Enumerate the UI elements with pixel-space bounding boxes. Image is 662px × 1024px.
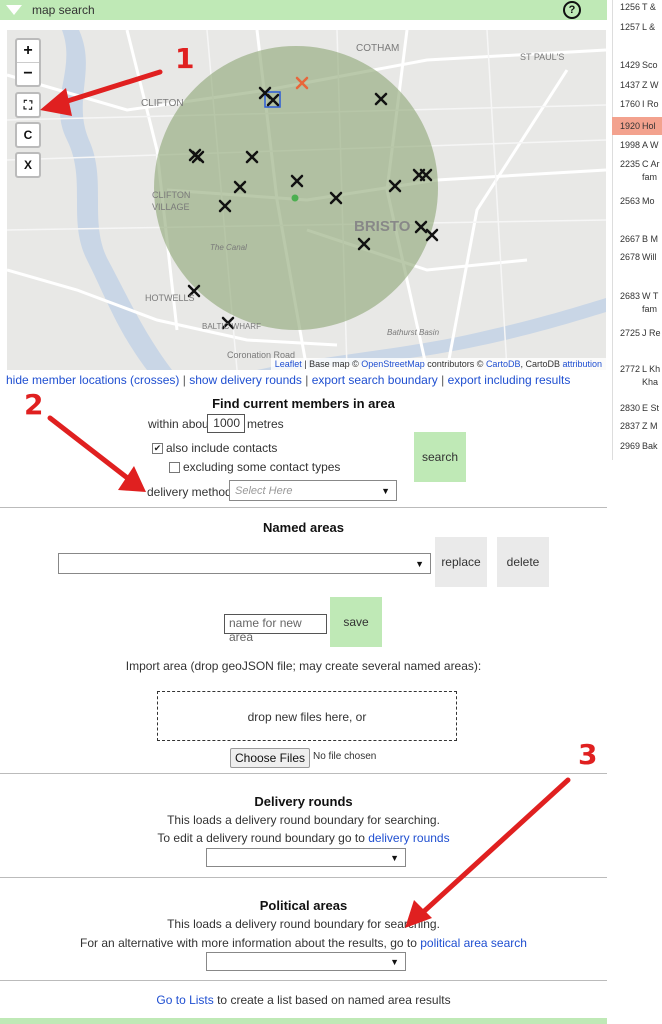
save-button[interactable]: save (330, 597, 382, 647)
map-label-hotwells: HOTWELLS (145, 293, 195, 303)
zoom-in-button[interactable]: + (17, 40, 39, 62)
table-row[interactable]: 2235 C Ar (612, 159, 662, 169)
zoom-out-button[interactable]: − (17, 62, 39, 85)
table-row[interactable]: 1257 L & (612, 22, 662, 32)
annotation-number-2: 2 (24, 388, 44, 421)
table-row[interactable]: 2969 Bak (612, 441, 662, 451)
chevron-down-icon: ▼ (390, 956, 399, 967)
political-areas-title: Political areas (259, 898, 348, 913)
named-areas-select[interactable]: ▼ (58, 553, 431, 574)
annotation-number-3: 3 (578, 738, 598, 771)
map-links: hide member locations (crosses) | show d… (6, 373, 571, 387)
table-row[interactable]: 1429 Sco (612, 60, 662, 70)
table-row[interactable]: Kha (612, 377, 662, 387)
divider (0, 877, 607, 878)
table-row[interactable]: 2563 Mo (612, 196, 662, 206)
chevron-down-icon: ▼ (415, 558, 424, 569)
search-button[interactable]: search (414, 432, 466, 482)
annotation-arrowhead-2 (118, 466, 146, 492)
collapse-triangle-icon[interactable] (6, 5, 22, 15)
leaflet-link[interactable]: Leaflet (275, 359, 302, 369)
divider (0, 773, 607, 774)
attribution-link[interactable]: attribution (562, 359, 602, 369)
table-row[interactable]: 2667 B M (612, 234, 662, 244)
distance-input[interactable]: 1000 (207, 414, 245, 433)
help-icon[interactable]: ? (563, 1, 581, 19)
excluding-contacts-checkbox[interactable] (169, 462, 180, 473)
export-results-link[interactable]: export including results (448, 373, 571, 387)
delivery-rounds-edit-text: To edit a delivery round boundary go to … (157, 831, 450, 845)
find-members-title: Find current members in area (212, 396, 395, 411)
delivery-rounds-title: Delivery rounds (254, 794, 353, 809)
no-file-label: No file chosen (313, 751, 377, 762)
delivery-methods-select[interactable]: Select Here ▼ (229, 480, 397, 501)
divider (0, 980, 607, 981)
table-row[interactable]: 2683 W T (612, 291, 662, 301)
political-areas-alt-text: For an alternative with more information… (80, 936, 527, 950)
map-view[interactable]: COTHAM ST PAUL'S CLIFTON CLIFTON VILLAGE… (7, 30, 606, 370)
political-area-select[interactable]: ▼ (206, 952, 406, 971)
delivery-rounds-link[interactable]: delivery rounds (368, 831, 449, 845)
divider (0, 507, 607, 508)
political-area-search-link[interactable]: political area search (420, 936, 527, 950)
include-contacts-checkbox[interactable]: ✔ (152, 443, 163, 454)
delivery-round-select[interactable]: ▼ (206, 848, 406, 867)
map-label-clifton: CLIFTON (141, 98, 184, 109)
lists-text: Go to Lists to create a list based on na… (156, 993, 451, 1007)
panel-title: map search (32, 3, 95, 17)
table-row[interactable]: 1920 Hol (612, 117, 662, 135)
file-drop-zone[interactable]: drop new files here, or (157, 691, 457, 741)
table-row[interactable]: 2772 L Kh (612, 364, 662, 374)
go-to-lists-link[interactable]: Go to Lists (156, 993, 213, 1007)
carto-link[interactable]: CartoDB (486, 359, 521, 369)
table-row[interactable]: 2830 E St (612, 403, 662, 413)
include-contacts-label: also include contacts (166, 441, 278, 455)
choose-files-button[interactable]: Choose Files (230, 748, 310, 768)
map-search-header[interactable]: map search ? (0, 0, 607, 20)
table-row[interactable]: 2725 J Re (612, 328, 662, 338)
svg-text:VILLAGE: VILLAGE (152, 202, 190, 212)
chevron-down-icon: ▼ (390, 852, 399, 863)
map-tiles: COTHAM ST PAUL'S CLIFTON CLIFTON VILLAGE… (7, 30, 606, 370)
political-areas-desc: This loads a delivery round boundary for… (167, 917, 440, 931)
table-row[interactable]: 1760 I Ro (612, 99, 662, 109)
map-label-bristol: BRISTO (354, 218, 411, 235)
zoom-control: + − (15, 38, 41, 87)
delete-button[interactable]: delete (497, 537, 549, 587)
chevron-down-icon: ▼ (381, 485, 390, 496)
map-attribution: Leaflet | Base map © OpenStreetMap contr… (270, 358, 606, 370)
table-row[interactable]: 1437 Z W (612, 80, 662, 90)
map-label-cotham: COTHAM (356, 43, 399, 54)
delivery-methods-label: delivery methods: (147, 485, 242, 499)
fullscreen-button[interactable]: ⛶ (15, 92, 41, 118)
map-label-baltic-wharf: BALTIC WHARF (202, 322, 261, 331)
new-area-name-input[interactable]: name for new area (224, 614, 327, 644)
within-label: within about: (148, 417, 216, 431)
osm-link[interactable]: OpenStreetMap (361, 359, 425, 369)
annotation-arrow-2 (47, 415, 133, 483)
next-section-header[interactable] (0, 1018, 607, 1024)
table-row[interactable]: 1256 T & (612, 2, 662, 12)
map-label-clifton-village: CLIFTON (152, 190, 190, 200)
delivery-rounds-desc: This loads a delivery round boundary for… (167, 813, 440, 827)
import-instructions: Import area (drop geoJSON file; may crea… (125, 659, 482, 673)
table-row[interactable]: fam (612, 172, 662, 182)
table-row[interactable]: 2837 Z M (612, 421, 662, 431)
clear-c-button[interactable]: C (15, 122, 41, 148)
table-row[interactable]: 1998 A W (612, 140, 662, 150)
replace-button[interactable]: replace (435, 537, 487, 587)
map-label-st-pauls: ST PAUL'S (520, 52, 564, 62)
table-row[interactable]: 2678 Will (612, 252, 662, 262)
show-rounds-link[interactable]: show delivery rounds (189, 373, 302, 387)
table-row[interactable]: fam (612, 304, 662, 314)
map-label-canal: The Canal (210, 243, 247, 252)
export-boundary-link[interactable]: export search boundary (312, 373, 438, 387)
hide-locations-link[interactable]: hide member locations (crosses) (6, 373, 179, 387)
close-x-button[interactable]: X (15, 152, 41, 178)
named-areas-title: Named areas (263, 520, 344, 535)
map-label-bathurst: Bathurst Basin (387, 328, 440, 337)
excluding-contacts-label: excluding some contact types (183, 460, 341, 474)
metres-label: metres (247, 417, 284, 431)
annotation-number-1: 1 (175, 42, 195, 75)
